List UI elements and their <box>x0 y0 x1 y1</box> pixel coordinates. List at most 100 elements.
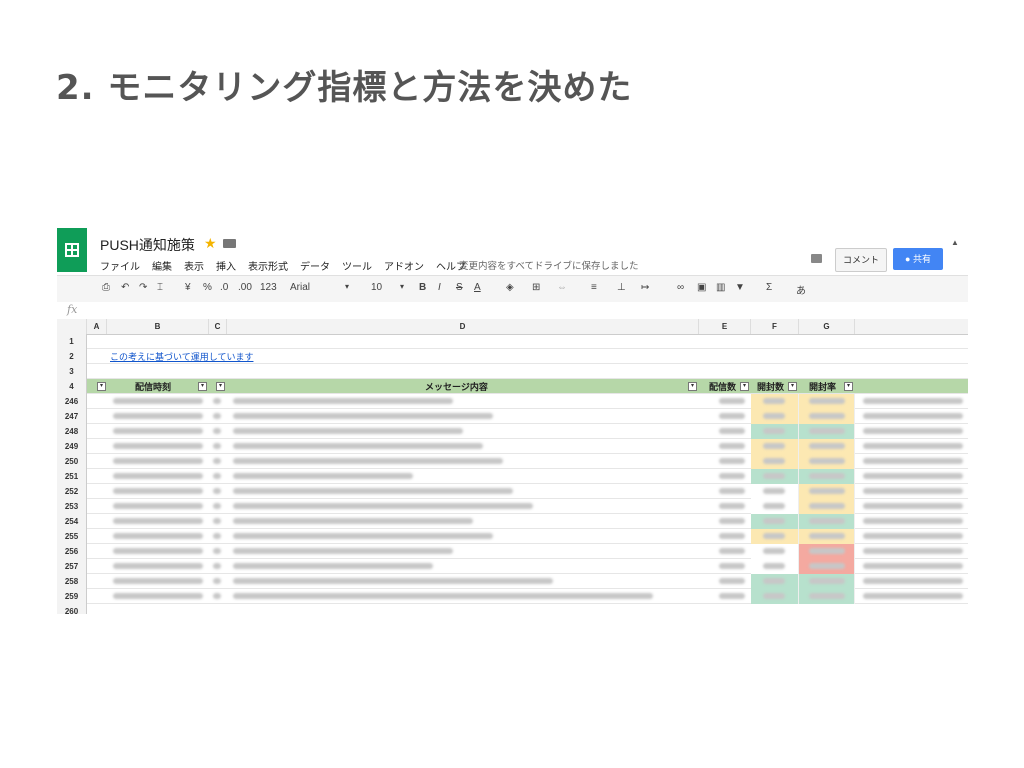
column-header-h[interactable] <box>855 319 968 334</box>
column-header-f[interactable]: F <box>751 319 799 334</box>
functions-icon[interactable]: Σ <box>766 282 772 293</box>
menu-insert[interactable]: 挿入 <box>216 258 236 273</box>
menu-data[interactable]: データ <box>300 258 330 273</box>
column-header-b[interactable]: B <box>107 319 209 334</box>
filter-dropdown-icon[interactable]: ▾ <box>216 382 225 391</box>
collapse-caret-icon[interactable]: ▲ <box>951 238 959 247</box>
align-icon[interactable]: ≡ <box>591 282 597 293</box>
borders-icon[interactable]: ⊞ <box>532 282 540 293</box>
row-number[interactable]: 249 <box>57 439 87 454</box>
blurred-cell-text <box>863 413 963 419</box>
menu-format[interactable]: 表示形式 <box>248 258 288 273</box>
menu-file[interactable]: ファイル <box>100 258 140 273</box>
menu-view[interactable]: 表示 <box>184 258 204 273</box>
merge-icon[interactable]: ⇔ <box>557 282 567 293</box>
more-formats-button[interactable]: 123 <box>260 282 277 293</box>
comment-icon[interactable] <box>811 254 822 263</box>
row-number[interactable]: 254 <box>57 514 87 529</box>
row-number[interactable]: 259 <box>57 589 87 604</box>
filter-icon[interactable]: ▼ <box>735 282 745 293</box>
blurred-cell-text <box>233 563 433 569</box>
print-icon[interactable]: ⎙ <box>102 282 110 293</box>
blurred-cell-text <box>863 458 963 464</box>
blurred-cell-text <box>213 563 221 569</box>
table-row: 248 <box>57 424 968 439</box>
decrease-decimal-button[interactable]: .0 <box>220 282 228 293</box>
percent-button[interactable]: % <box>203 282 212 293</box>
blurred-cell-text <box>213 443 221 449</box>
row-number[interactable]: 257 <box>57 559 87 574</box>
undo-icon[interactable]: ↶ <box>121 282 129 293</box>
blurred-cell-text <box>719 548 745 554</box>
fill-color-icon[interactable]: ◈ <box>506 282 514 293</box>
row-number[interactable]: 247 <box>57 409 87 424</box>
share-button[interactable]: ● 共有 <box>893 248 943 270</box>
row-number[interactable]: 1 <box>57 334 87 349</box>
table-row: 246 <box>57 394 968 409</box>
menu-tools[interactable]: ツール <box>342 258 372 273</box>
row-number[interactable]: 255 <box>57 529 87 544</box>
blurred-cell-text <box>719 593 745 599</box>
column-header-a[interactable]: A <box>87 319 107 334</box>
link-icon[interactable]: ∞ <box>677 282 684 293</box>
increase-decimal-button[interactable]: .00 <box>238 282 252 293</box>
vertical-align-icon[interactable]: ⊥ <box>617 282 626 293</box>
italic-button[interactable]: I <box>438 282 441 293</box>
filter-dropdown-icon[interactable]: ▾ <box>688 382 697 391</box>
folder-icon[interactable] <box>223 239 236 248</box>
comment-button[interactable]: コメント <box>835 248 887 272</box>
filter-dropdown-icon[interactable]: ▾ <box>198 382 207 391</box>
star-icon[interactable]: ★ <box>204 235 217 252</box>
row-number[interactable]: 253 <box>57 499 87 514</box>
blurred-cell-text <box>763 563 785 569</box>
currency-button[interactable]: ¥ <box>185 282 191 293</box>
select-all-corner[interactable] <box>57 319 87 334</box>
filter-dropdown-icon[interactable]: ▾ <box>97 382 106 391</box>
filter-dropdown-icon[interactable]: ▾ <box>788 382 797 391</box>
column-header-g[interactable]: G <box>799 319 855 334</box>
row-number[interactable]: 251 <box>57 469 87 484</box>
row-number[interactable]: 248 <box>57 424 87 439</box>
blurred-cell-text <box>233 518 473 524</box>
redo-icon[interactable]: ↷ <box>139 282 147 293</box>
row-number[interactable]: 4 <box>57 379 87 394</box>
column-header-d[interactable]: D <box>227 319 699 334</box>
table-row: 255 <box>57 529 968 544</box>
row-number[interactable]: 252 <box>57 484 87 499</box>
row-number[interactable]: 246 <box>57 394 87 409</box>
doc-title[interactable]: PUSH通知施策 <box>100 235 195 255</box>
row-number[interactable]: 3 <box>57 364 87 379</box>
blurred-cell-text <box>113 533 203 539</box>
filter-dropdown-icon[interactable]: ▾ <box>844 382 853 391</box>
menu-edit[interactable]: 編集 <box>152 258 172 273</box>
column-header-c[interactable]: C <box>209 319 227 334</box>
row-number[interactable]: 250 <box>57 454 87 469</box>
row-number[interactable]: 258 <box>57 574 87 589</box>
row-number[interactable]: 2 <box>57 349 87 364</box>
sheets-logo-icon[interactable] <box>57 228 87 272</box>
table-row: 253 <box>57 499 968 514</box>
strikethrough-button[interactable]: S <box>456 282 463 293</box>
filter-dropdown-icon[interactable]: ▾ <box>740 382 749 391</box>
font-size-select[interactable]: 10 <box>371 282 382 293</box>
blurred-cell-text <box>763 578 785 584</box>
sheet-link[interactable]: この考えに基づいて運用しています <box>110 350 253 363</box>
menu-addons[interactable]: アドオン <box>384 258 424 273</box>
row-number[interactable]: 260 <box>57 604 87 614</box>
font-size-dropdown-icon[interactable]: ▾ <box>400 282 404 291</box>
paint-format-icon[interactable]: ⌶ <box>157 282 163 293</box>
text-wrap-icon[interactable]: ↦ <box>641 282 649 293</box>
font-dropdown-icon[interactable]: ▾ <box>345 282 349 291</box>
text-color-button[interactable]: A <box>474 282 481 293</box>
blurred-cell-text <box>763 503 785 509</box>
table-row: 1 <box>57 334 968 349</box>
blurred-cell-text <box>213 593 221 599</box>
row-number[interactable]: 256 <box>57 544 87 559</box>
bold-button[interactable]: B <box>419 282 426 293</box>
font-select[interactable]: Arial <box>290 282 310 293</box>
chart-icon[interactable]: ▥ <box>716 282 725 293</box>
blurred-cell-text <box>113 458 203 464</box>
input-tools-button[interactable]: あ <box>796 282 806 297</box>
column-header-e[interactable]: E <box>699 319 751 334</box>
comment-insert-icon[interactable]: ▣ <box>697 282 706 293</box>
